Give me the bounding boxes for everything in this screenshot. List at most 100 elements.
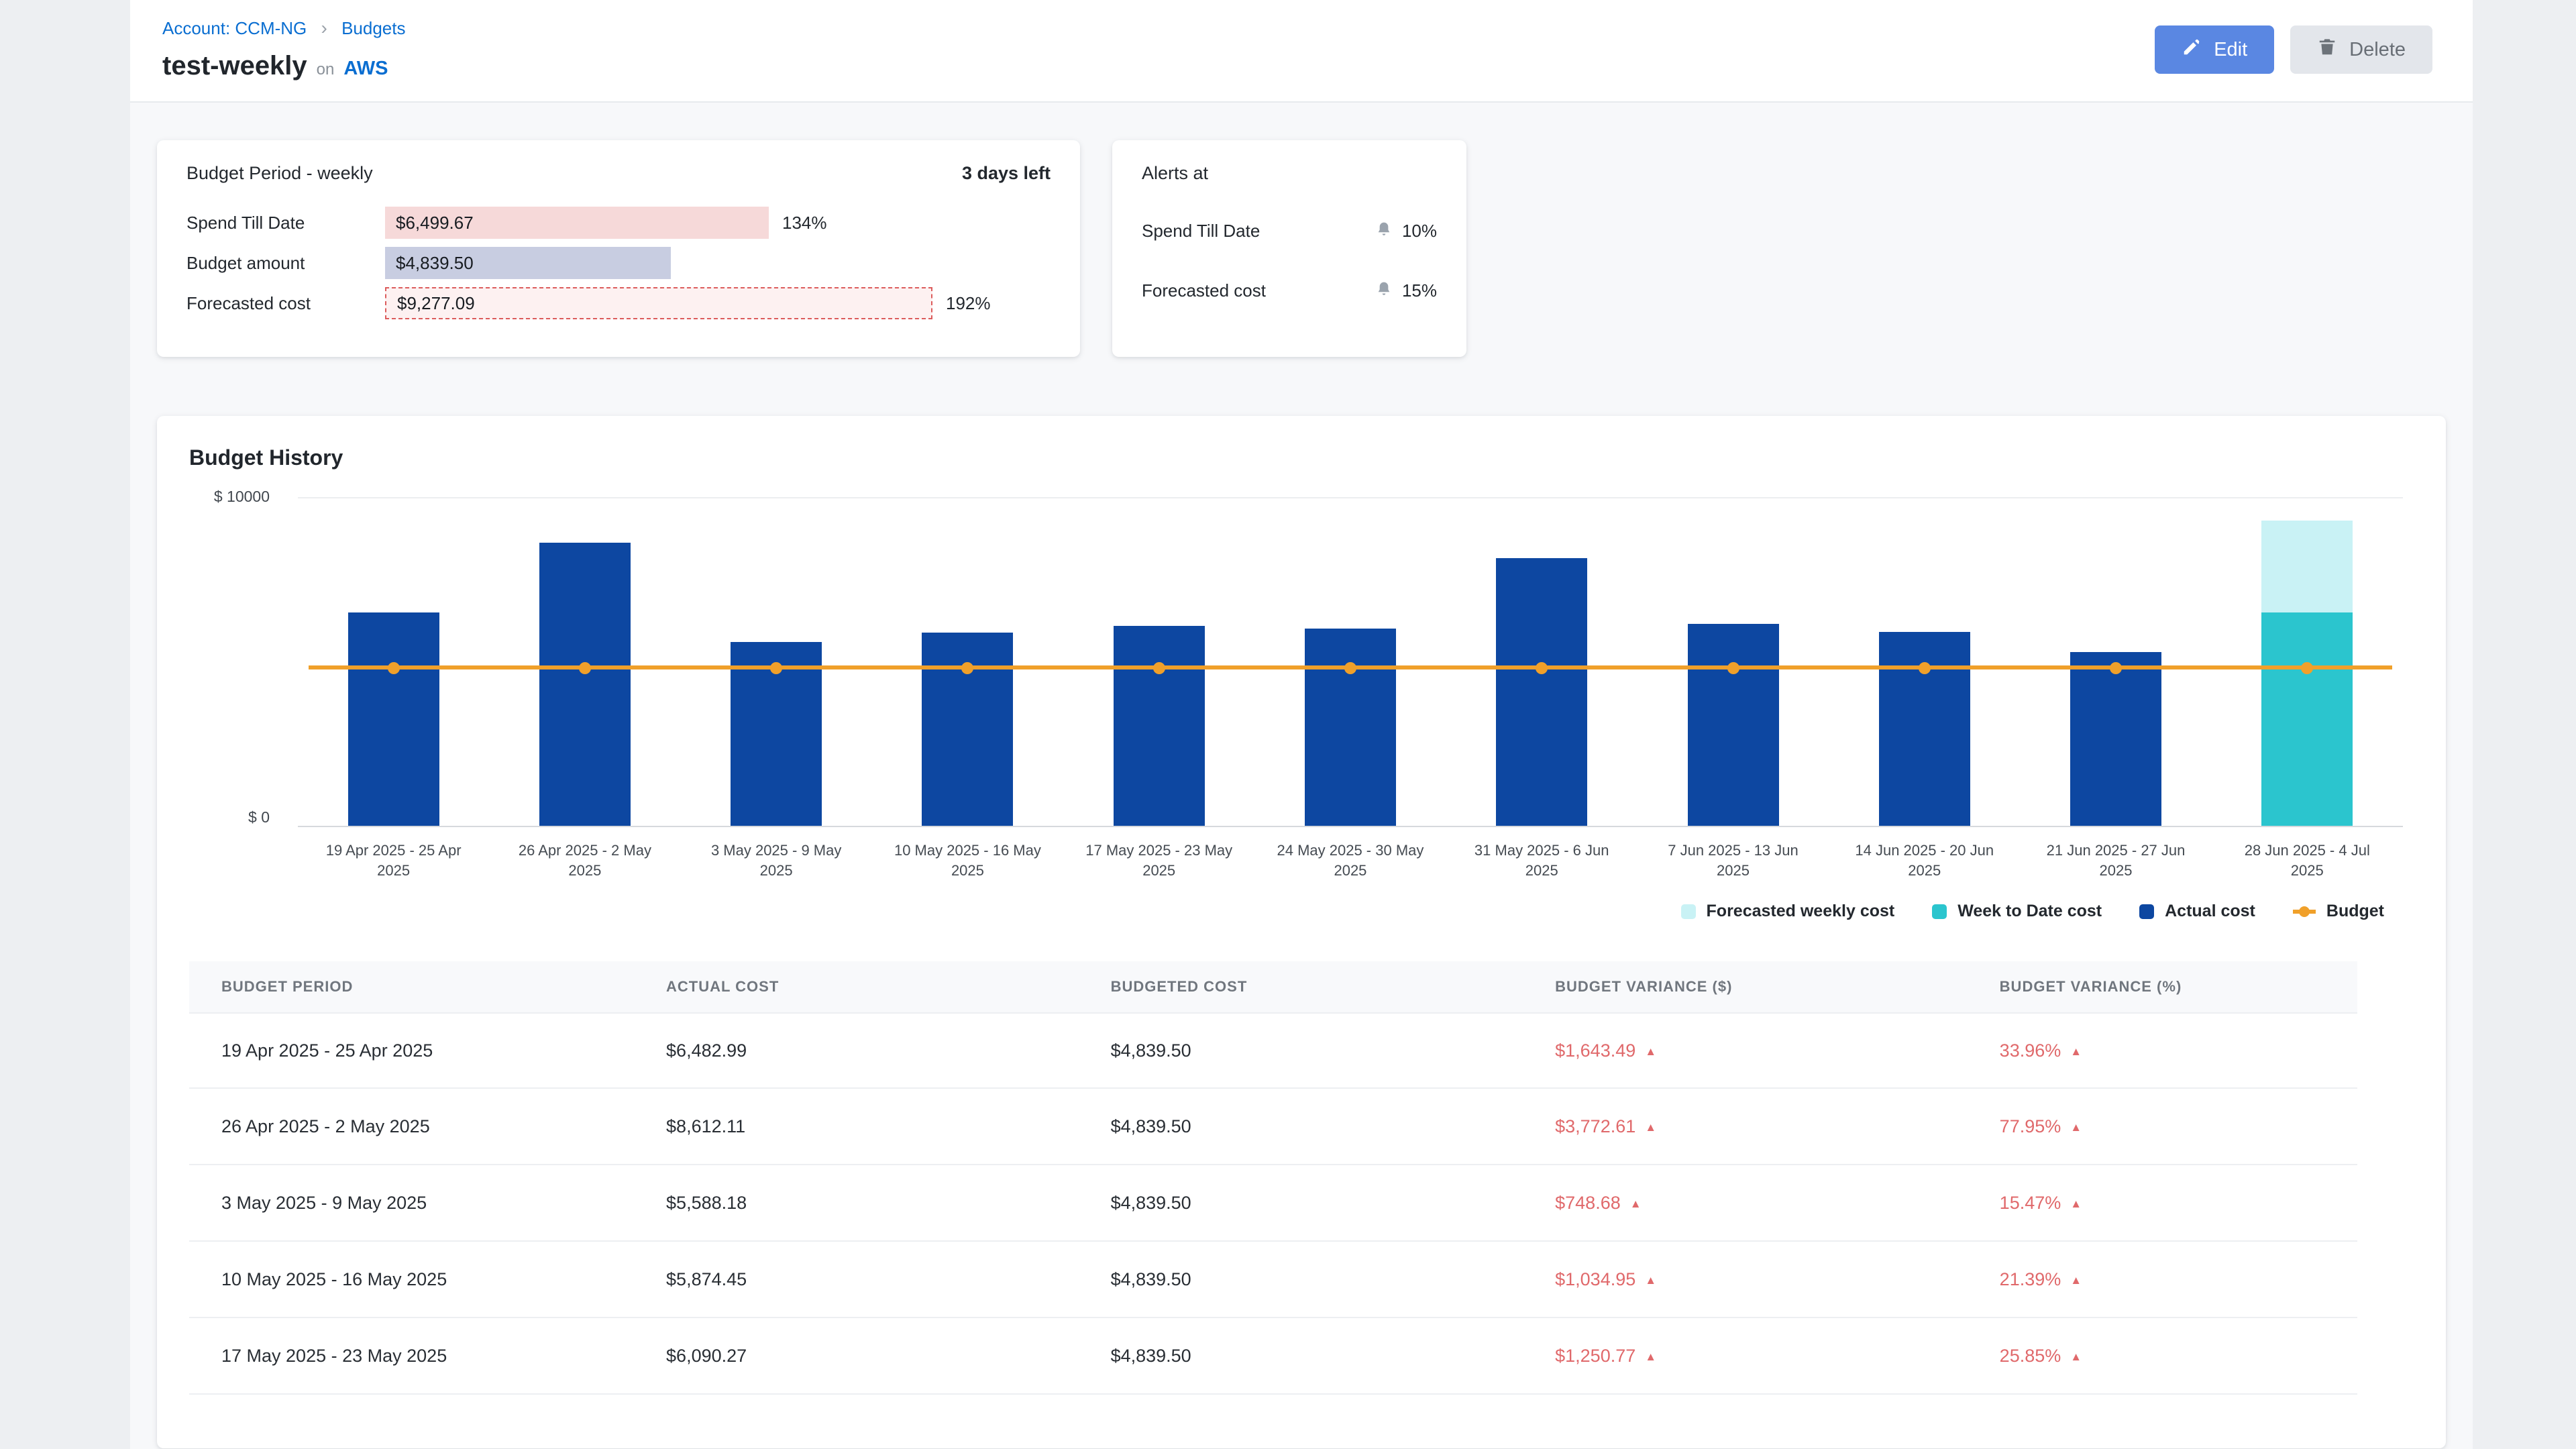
actual-cost-bar[interactable] [2070, 652, 2161, 826]
actual-cost-bar[interactable] [1496, 558, 1587, 826]
actual-cost-cell: $6,482.99 [666, 1040, 1111, 1061]
budget-period-rows: Spend Till Date$6,499.67134% Budget amoun… [186, 207, 1051, 319]
actual-cost-bar[interactable] [1688, 624, 1779, 826]
triangle-up-icon: ▲ [1645, 1274, 1656, 1287]
alert-row-label: Spend Till Date [1142, 221, 1260, 241]
page-header: Account: CCM-NG › Budgets test-weekly on… [130, 0, 2473, 103]
alert-threshold: 15% [1402, 280, 1437, 301]
budgeted-cost-cell: $4,839.50 [1111, 1269, 1556, 1290]
legend-item[interactable]: Forecasted weekly cost [1681, 902, 1895, 921]
chart-plot [298, 497, 2403, 827]
pencil-icon [2182, 37, 2202, 62]
triangle-up-icon: ▲ [1630, 1197, 1642, 1210]
triangle-up-icon: ▲ [2070, 1350, 2082, 1363]
table-header-cell: ACTUAL COST [666, 978, 1111, 996]
variance-usd-cell: $3,772.61▲ [1555, 1116, 2000, 1137]
budget-period-cell: 10 May 2025 - 16 May 2025 [189, 1269, 666, 1290]
x-axis-label: 28 Jun 2025 - 4 Jul 2025 [2212, 841, 2403, 880]
actual-cost-bar[interactable] [1305, 629, 1396, 826]
edit-button[interactable]: Edit [2155, 25, 2274, 74]
budget-line-dot [1153, 662, 1165, 674]
budget-period-row: Budget amount$4,839.50 [186, 247, 1051, 279]
budget-period-card: Budget Period - weekly 3 days left Spend… [157, 140, 1080, 357]
breadcrumb-budgets-link[interactable]: Budgets [341, 18, 405, 38]
budget-bar: $4,839.50 [385, 247, 671, 279]
budget-line-dot [1727, 662, 1739, 674]
actual-cost-bar[interactable] [539, 543, 631, 826]
budget-line-dot [1919, 662, 1931, 674]
x-axis-label: 7 Jun 2025 - 13 Jun 2025 [1638, 841, 1829, 880]
budget-period-row-label: Forecasted cost [186, 293, 385, 314]
delete-button-label: Delete [2349, 39, 2406, 61]
actual-cost-cell: $8,612.11 [666, 1116, 1111, 1137]
legend-swatch [1681, 904, 1696, 919]
legend-swatch [2139, 904, 2154, 919]
legend-item[interactable]: Budget [2293, 902, 2384, 921]
budget-line-dot [1536, 662, 1548, 674]
legend-label: Week to Date cost [1957, 902, 2102, 921]
variance-pct-cell: 33.96%▲ [2000, 1040, 2357, 1061]
table-header-cell: BUDGET PERIOD [189, 978, 666, 996]
budget-period-row-percent: 192% [946, 293, 991, 314]
x-axis-labels: 19 Apr 2025 - 25 Apr 202526 Apr 2025 - 2… [298, 841, 2403, 880]
alerts-title: Alerts at [1142, 163, 1208, 184]
budget-legend-icon [2293, 910, 2316, 914]
alerts-rows: Spend Till Date 10% Forecasted cost 15% [1142, 219, 1437, 303]
actual-cost-bar[interactable] [1879, 632, 1970, 826]
triangle-up-icon: ▲ [2070, 1121, 2082, 1134]
budget-line-dot [2110, 662, 2122, 674]
budget-history-chart: $ 10000 $ 0 19 Apr 2025 - 25 Apr 202526 … [189, 497, 2403, 880]
week-to-date-bar[interactable] [2261, 612, 2353, 826]
y-axis-tick-bottom: $ 0 [189, 808, 270, 826]
budget-period-cell: 3 May 2025 - 9 May 2025 [189, 1193, 666, 1214]
platform-label: AWS [343, 58, 388, 80]
budget-period-row-label: Budget amount [186, 253, 385, 274]
actual-cost-bar[interactable] [348, 612, 439, 826]
breadcrumb: Account: CCM-NG › Budgets [162, 17, 2440, 39]
budgeted-cost-cell: $4,839.50 [1111, 1193, 1556, 1214]
legend-item[interactable]: Actual cost [2139, 902, 2255, 921]
days-left-label: 3 days left [962, 163, 1051, 184]
breadcrumb-account-link[interactable]: Account: CCM-NG [162, 18, 307, 38]
budget-line-dot [2301, 662, 2313, 674]
bell-icon [1375, 278, 1393, 303]
budgeted-cost-cell: $4,839.50 [1111, 1116, 1556, 1137]
budgeted-cost-cell: $4,839.50 [1111, 1346, 1556, 1366]
trash-icon [2317, 37, 2337, 62]
budget-history-title: Budget History [189, 445, 2414, 470]
bell-icon [1375, 219, 1393, 244]
spend-bar: $6,499.67 [385, 207, 769, 239]
alert-row-value: 10% [1375, 219, 1437, 244]
budget-line-dot [770, 662, 782, 674]
variance-pct-cell: 25.85%▲ [2000, 1346, 2357, 1366]
budget-period-row: Spend Till Date$6,499.67134% [186, 207, 1051, 239]
actual-cost-cell: $5,588.18 [666, 1193, 1111, 1214]
x-axis-label: 19 Apr 2025 - 25 Apr 2025 [298, 841, 489, 880]
delete-button[interactable]: Delete [2290, 25, 2432, 74]
variance-usd-cell: $1,643.49▲ [1555, 1040, 2000, 1061]
alert-row-value: 15% [1375, 278, 1437, 303]
x-axis-label: 24 May 2025 - 30 May 2025 [1254, 841, 1446, 880]
table-header-cell: BUDGET VARIANCE ($) [1555, 978, 2000, 996]
actual-cost-cell: $6,090.27 [666, 1346, 1111, 1366]
variance-pct-cell: 77.95%▲ [2000, 1116, 2357, 1137]
legend-item[interactable]: Week to Date cost [1932, 902, 2102, 921]
actual-cost-bar[interactable] [1114, 626, 1205, 826]
alert-row-label: Forecasted cost [1142, 280, 1266, 301]
budget-period-row-label: Spend Till Date [186, 213, 385, 233]
budget-history-table: BUDGET PERIODACTUAL COSTBUDGETED COSTBUD… [189, 961, 2357, 1395]
budget-line-dot [388, 662, 400, 674]
budget-line-dot [961, 662, 973, 674]
forecast-bar: $9,277.09 [385, 287, 932, 319]
content-panel: Account: CCM-NG › Budgets test-weekly on… [130, 0, 2473, 1449]
forecasted-cost-bar[interactable] [2261, 521, 2353, 612]
alert-row: Forecasted cost 15% [1142, 278, 1437, 303]
chevron-right-icon: › [321, 17, 327, 38]
page-title: test-weekly [162, 51, 307, 81]
x-axis-label: 31 May 2025 - 6 Jun 2025 [1446, 841, 1638, 880]
x-axis-label: 14 Jun 2025 - 20 Jun 2025 [1829, 841, 2020, 880]
table-header-row: BUDGET PERIODACTUAL COSTBUDGETED COSTBUD… [189, 961, 2357, 1012]
variance-pct-cell: 15.47%▲ [2000, 1193, 2357, 1214]
table-row: 10 May 2025 - 16 May 2025$5,874.45$4,839… [189, 1242, 2357, 1318]
variance-pct-cell: 21.39%▲ [2000, 1269, 2357, 1290]
